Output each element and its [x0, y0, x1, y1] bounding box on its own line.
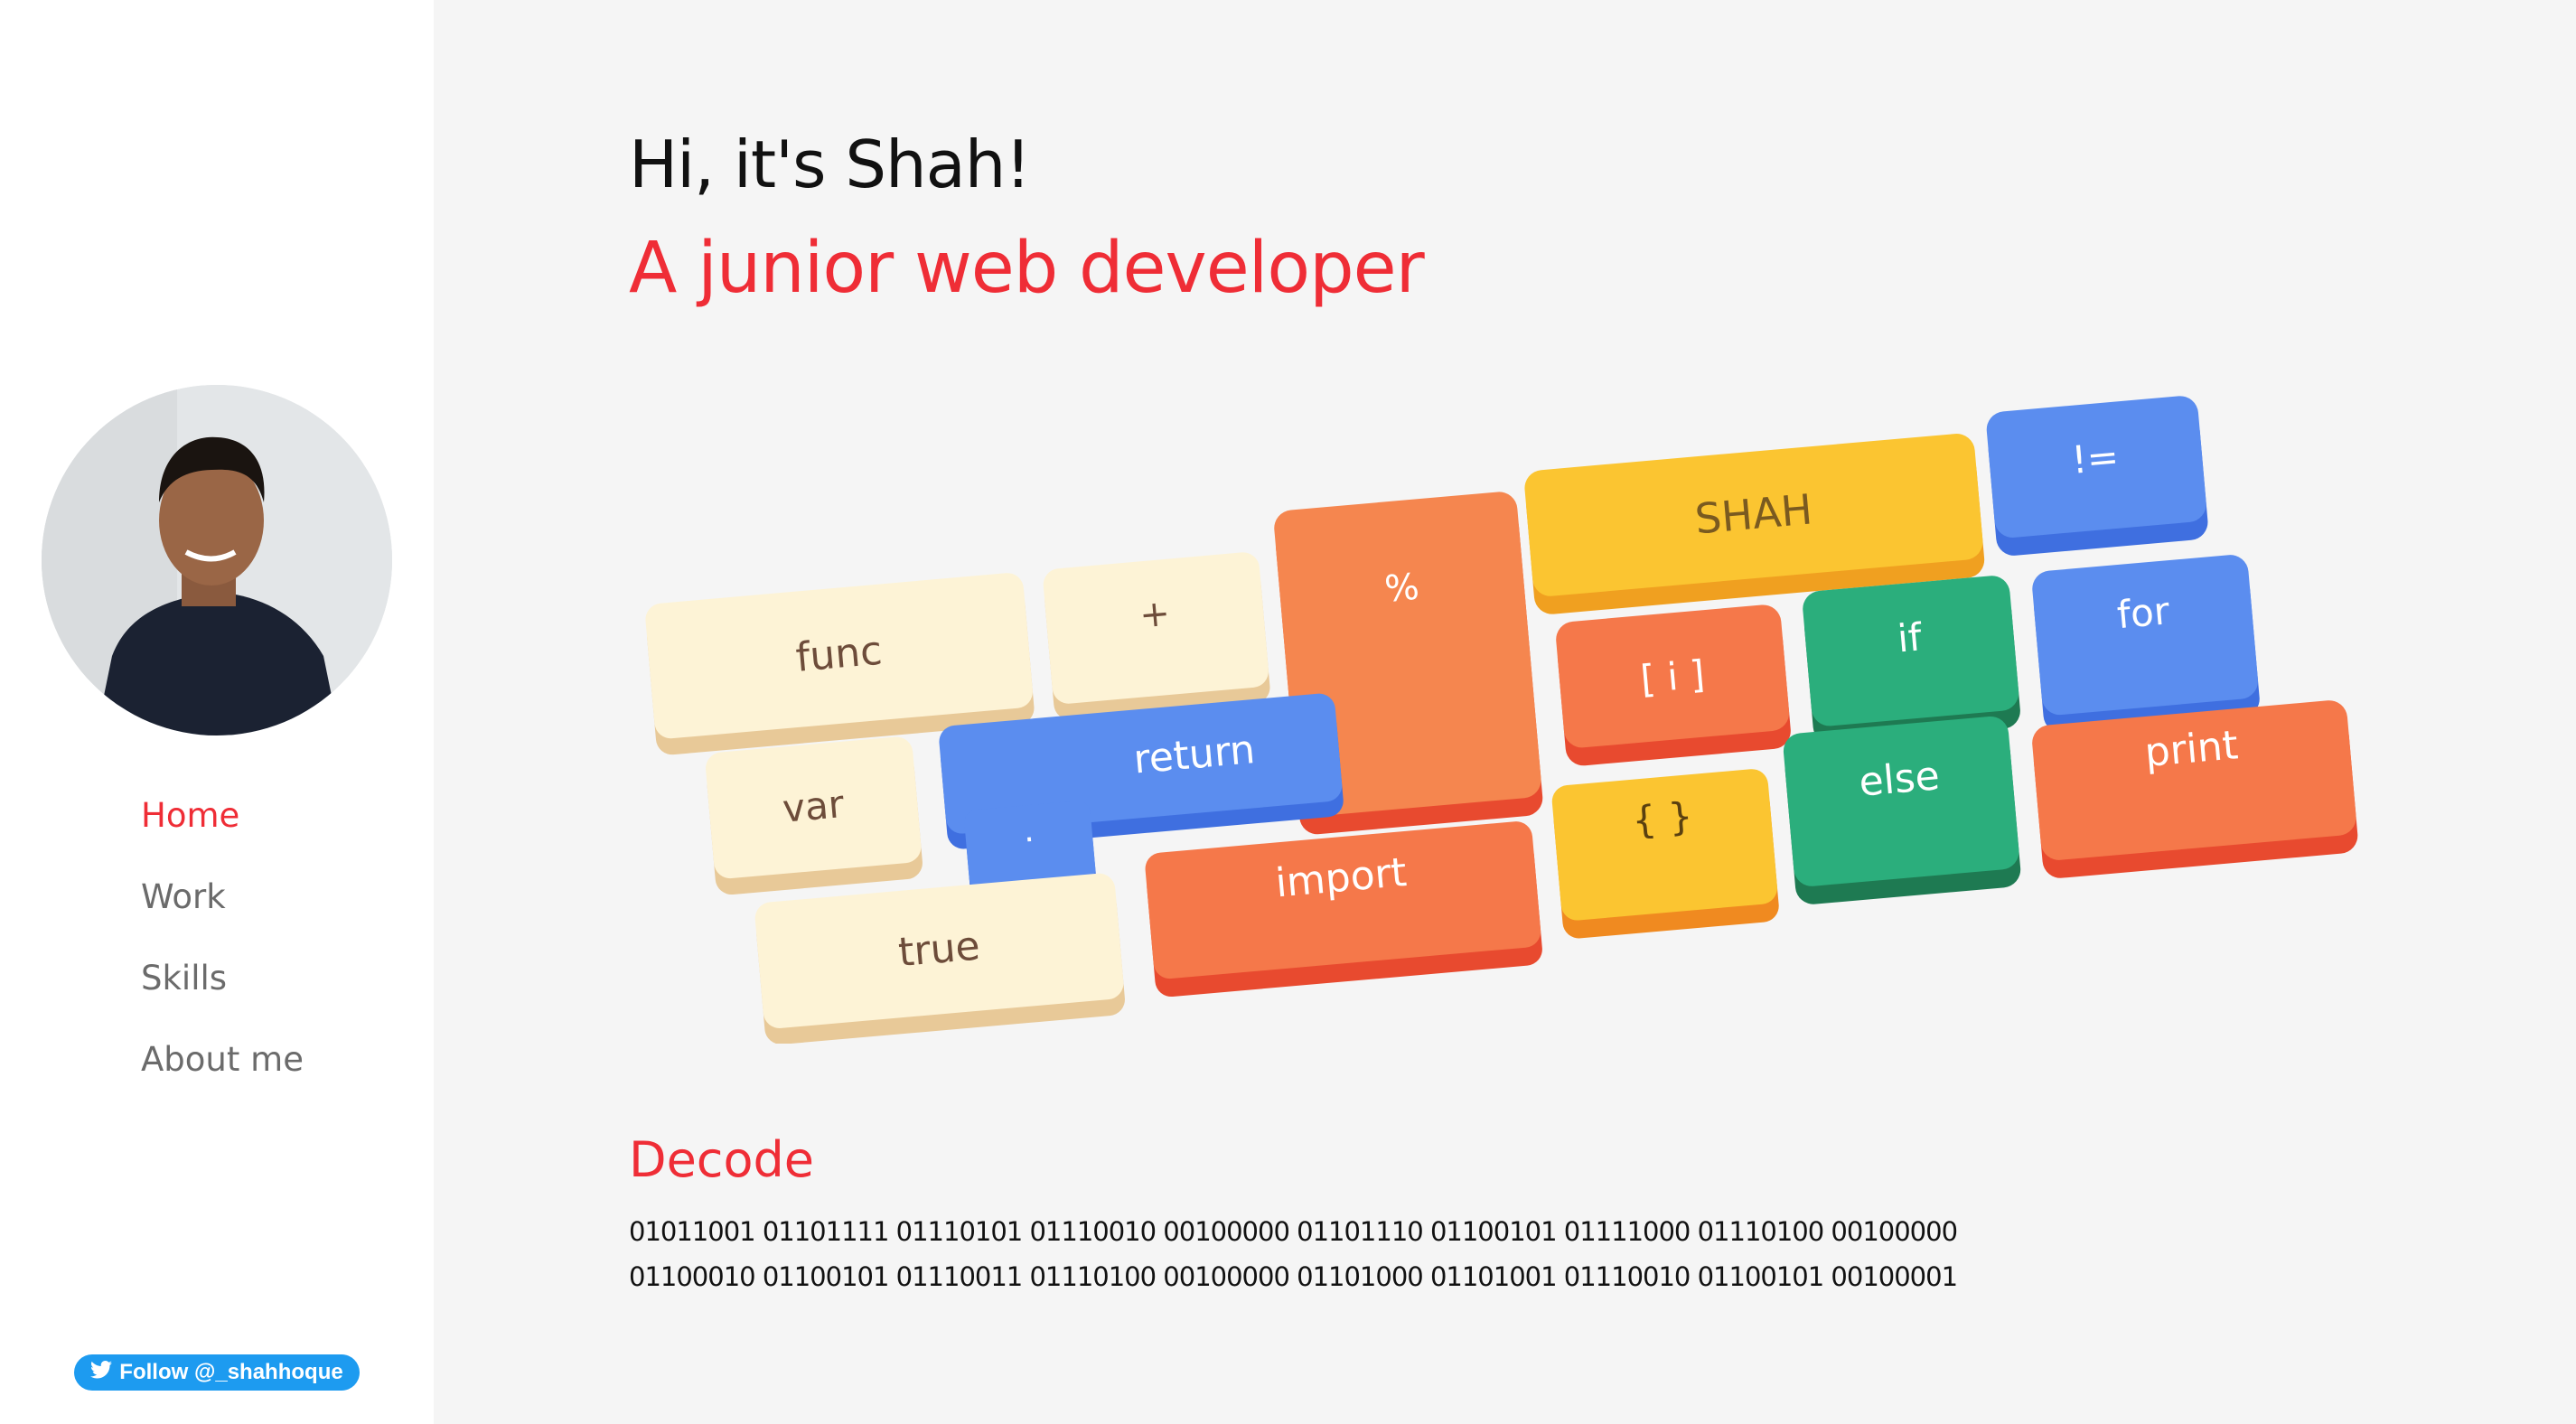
greeting-heading: Hi, it's Shah! [629, 126, 1031, 202]
key-index-label: [ i ] [1639, 651, 1707, 701]
main-nav: Home Work Skills About me [141, 791, 304, 1116]
key-braces-label: { } [1630, 793, 1694, 843]
twitter-follow-label: Follow @_shahhoque [119, 1360, 343, 1384]
nav-home[interactable]: Home [141, 791, 304, 872]
key-braces: { } [1551, 769, 1779, 939]
nav-work[interactable]: Work [141, 872, 304, 953]
key-else-label: else [1857, 753, 1941, 806]
key-plus-label: + [1138, 593, 1171, 637]
twitter-bird-icon [90, 1360, 113, 1385]
nav-skills[interactable]: Skills [141, 953, 304, 1035]
decode-heading: Decode [629, 1131, 815, 1188]
key-shah-label: SHAH [1693, 484, 1814, 543]
tagline-heading: A junior web developer [629, 228, 1425, 309]
key-for: for [2032, 555, 2260, 734]
key-var-label: var [781, 782, 847, 831]
key-else: else [1783, 716, 2021, 904]
hero-keyboard-image: func + % SHAH != var return . [i] if f… [629, 321, 2373, 1045]
binary-line-1: 01011001 01101111 01110101 01110010 0010… [629, 1216, 1958, 1247]
key-print-label: print [2143, 722, 2240, 776]
key-print: print [2032, 700, 2358, 878]
twitter-follow-button[interactable]: Follow @_shahhoque [74, 1354, 360, 1391]
key-func-label: func [794, 628, 885, 681]
avatar [42, 385, 392, 735]
binary-message: 01011001 01101111 01110101 01110010 0010… [629, 1209, 1958, 1299]
key-percent-label: % [1383, 567, 1421, 611]
key-true-label: true [896, 923, 981, 976]
key-not-equal: != [1986, 396, 2208, 556]
key-var: var [706, 736, 923, 895]
key-not-equal-label: != [2070, 435, 2121, 482]
key-plus: + [1043, 552, 1270, 720]
key-for-label: for [2115, 588, 2172, 637]
sidebar: Home Work Skills About me Follow @_shahh… [0, 0, 434, 1424]
nav-about-me[interactable]: About me [141, 1035, 304, 1116]
binary-line-2: 01100010 01100101 01110011 01110100 0010… [629, 1261, 1958, 1292]
key-index: [ i ] [1556, 604, 1791, 766]
